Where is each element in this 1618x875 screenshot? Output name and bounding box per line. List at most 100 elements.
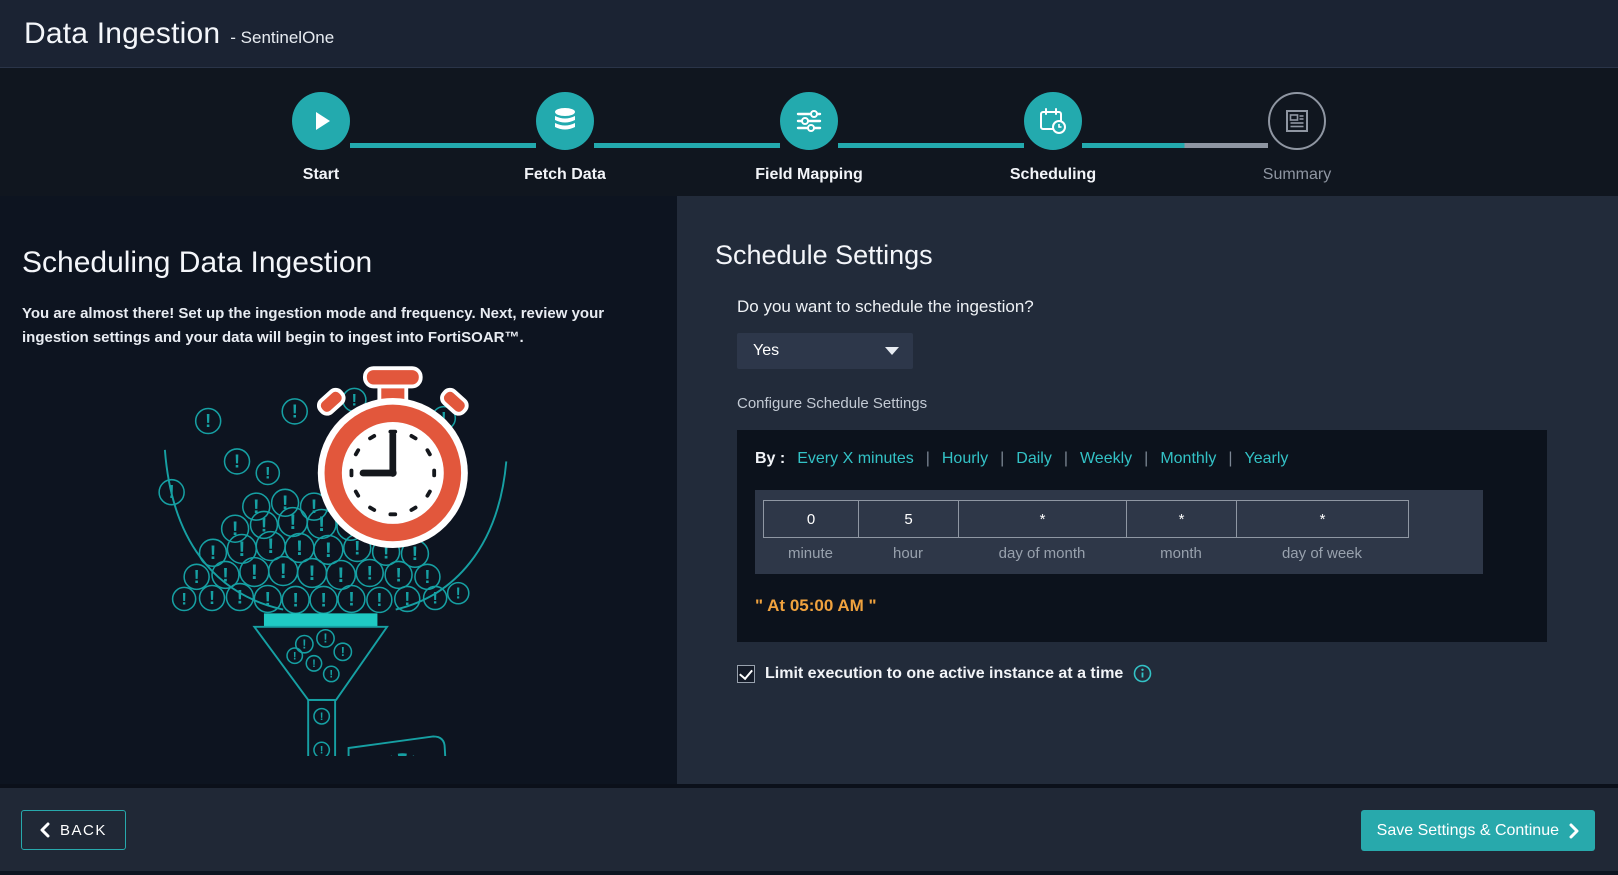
cron-hour-label: hour bbox=[858, 545, 958, 562]
svg-text:!: ! bbox=[194, 567, 200, 587]
svg-text:!: ! bbox=[237, 586, 244, 608]
svg-text:!: ! bbox=[265, 464, 271, 483]
svg-text:!: ! bbox=[210, 542, 217, 564]
svg-text:!: ! bbox=[456, 585, 461, 602]
svg-text:!: ! bbox=[412, 543, 419, 565]
window-header: Data Ingestion - SentinelOne bbox=[0, 0, 1618, 68]
cron-minute-input[interactable]: 0 bbox=[763, 500, 859, 538]
freq-hourly[interactable]: Hourly bbox=[942, 450, 988, 468]
stepper-connector bbox=[350, 143, 536, 148]
svg-text:!: ! bbox=[292, 589, 299, 611]
database-icon bbox=[552, 107, 578, 135]
back-button-label: BACK bbox=[60, 822, 107, 839]
cron-human-readable: " At 05:00 AM " bbox=[755, 596, 1529, 616]
svg-text:!: ! bbox=[205, 411, 211, 431]
step-summary[interactable]: Summary bbox=[1175, 92, 1419, 196]
step-scheduling-label: Scheduling bbox=[1010, 166, 1096, 184]
stopwatch-icon bbox=[316, 368, 469, 548]
schedule-settings-panel: Schedule Settings Do you want to schedul… bbox=[677, 196, 1618, 784]
svg-text:!: ! bbox=[296, 537, 303, 560]
back-button[interactable]: BACK bbox=[21, 810, 126, 850]
wizard-stepper: Start Fetch Data bbox=[0, 68, 1618, 196]
svg-text:!: ! bbox=[222, 564, 229, 586]
funnel-band bbox=[264, 613, 377, 626]
svg-text:!: ! bbox=[238, 538, 245, 561]
save-button-label: Save Settings & Continue bbox=[1377, 822, 1559, 840]
chevron-down-icon bbox=[885, 347, 899, 355]
svg-text:!: ! bbox=[404, 589, 410, 609]
svg-text:!: ! bbox=[302, 637, 306, 651]
svg-text:!: ! bbox=[309, 562, 316, 585]
left-panel-heading: Scheduling Data Ingestion bbox=[22, 246, 655, 280]
document-icon bbox=[1284, 108, 1310, 134]
cron-fields-panel: 0 minute 5 hour * day of month * bbox=[755, 490, 1483, 574]
freq-separator: | bbox=[1000, 450, 1004, 468]
sliders-icon bbox=[795, 108, 823, 134]
svg-text:!: ! bbox=[312, 658, 316, 670]
cron-minute-label: minute bbox=[763, 545, 858, 562]
freq-separator: | bbox=[926, 450, 930, 468]
freq-monthly[interactable]: Monthly bbox=[1160, 450, 1216, 468]
svg-text:!: ! bbox=[289, 511, 296, 534]
svg-text:!: ! bbox=[348, 588, 355, 610]
stepper-connector bbox=[838, 143, 1024, 148]
svg-text:!: ! bbox=[341, 645, 345, 659]
schedule-ingestion-dropdown[interactable]: Yes bbox=[737, 333, 913, 369]
funnel-stopwatch-illustration: !!!!!!!!!!!!!!!!!!!!!!!!!!!!!!!!!!!!!!!!… bbox=[112, 364, 564, 756]
svg-text:!: ! bbox=[320, 711, 324, 723]
scheduling-info-panel: Scheduling Data Ingestion You are almost… bbox=[0, 196, 677, 784]
freq-separator: | bbox=[1064, 450, 1068, 468]
cron-month-label: month bbox=[1126, 545, 1236, 562]
svg-text:!: ! bbox=[329, 669, 333, 681]
cron-day-of-week-label: day of week bbox=[1236, 545, 1408, 562]
svg-text:!: ! bbox=[280, 560, 287, 583]
svg-text:!: ! bbox=[169, 482, 175, 502]
left-panel-description: You are almost there! Set up the ingesti… bbox=[22, 302, 655, 350]
calendar-clock-icon bbox=[1038, 107, 1068, 135]
svg-text:!: ! bbox=[292, 401, 298, 421]
page-title: Data Ingestion bbox=[24, 17, 220, 51]
limit-execution-label: Limit execution to one active instance a… bbox=[765, 665, 1123, 683]
step-field-mapping-label: Field Mapping bbox=[755, 166, 863, 184]
svg-text:!: ! bbox=[354, 537, 361, 559]
svg-text:!: ! bbox=[395, 564, 402, 586]
stepper-connector bbox=[594, 143, 780, 148]
svg-text:!: ! bbox=[320, 589, 327, 611]
info-icon[interactable] bbox=[1133, 664, 1152, 683]
svg-text:!: ! bbox=[366, 562, 373, 584]
cron-month-input[interactable]: * bbox=[1126, 500, 1237, 538]
chevron-left-icon bbox=[40, 822, 50, 838]
cron-schedule-box: By : Every X minutes | Hourly | Daily | … bbox=[737, 430, 1547, 642]
svg-text:!: ! bbox=[337, 564, 344, 587]
step-fetch-data-circle[interactable] bbox=[536, 92, 594, 150]
step-field-mapping-circle[interactable] bbox=[780, 92, 838, 150]
step-fetch-data-label: Fetch Data bbox=[524, 166, 606, 184]
svg-text:!: ! bbox=[323, 632, 327, 646]
dropdown-value: Yes bbox=[753, 342, 779, 360]
cron-day-of-month-label: day of month bbox=[958, 545, 1126, 562]
svg-text:!: ! bbox=[424, 567, 430, 587]
cron-day-of-week-input[interactable]: * bbox=[1236, 500, 1409, 538]
svg-text:!: ! bbox=[325, 539, 332, 562]
svg-text:!: ! bbox=[376, 590, 382, 610]
svg-text:!: ! bbox=[320, 745, 324, 756]
schedule-settings-heading: Schedule Settings bbox=[715, 240, 1618, 271]
svg-text:!: ! bbox=[311, 496, 318, 518]
step-summary-label: Summary bbox=[1263, 166, 1331, 184]
step-start-label: Start bbox=[303, 166, 339, 184]
step-start-circle[interactable] bbox=[292, 92, 350, 150]
freq-daily[interactable]: Daily bbox=[1016, 450, 1052, 468]
wizard-footer: BACK Save Settings & Continue bbox=[0, 788, 1618, 871]
step-summary-circle[interactable] bbox=[1268, 92, 1326, 150]
freq-yearly[interactable]: Yearly bbox=[1245, 450, 1289, 468]
limit-execution-checkbox[interactable] bbox=[737, 665, 755, 683]
svg-text:!: ! bbox=[251, 561, 258, 584]
svg-text:!: ! bbox=[265, 588, 272, 610]
step-scheduling-circle[interactable] bbox=[1024, 92, 1082, 150]
cron-day-of-month-input[interactable]: * bbox=[958, 500, 1127, 538]
svg-text:!: ! bbox=[293, 650, 297, 662]
save-settings-continue-button[interactable]: Save Settings & Continue bbox=[1361, 810, 1595, 851]
cron-hour-input[interactable]: 5 bbox=[858, 500, 959, 538]
freq-every-x-minutes[interactable]: Every X minutes bbox=[797, 450, 913, 468]
freq-weekly[interactable]: Weekly bbox=[1080, 450, 1132, 468]
